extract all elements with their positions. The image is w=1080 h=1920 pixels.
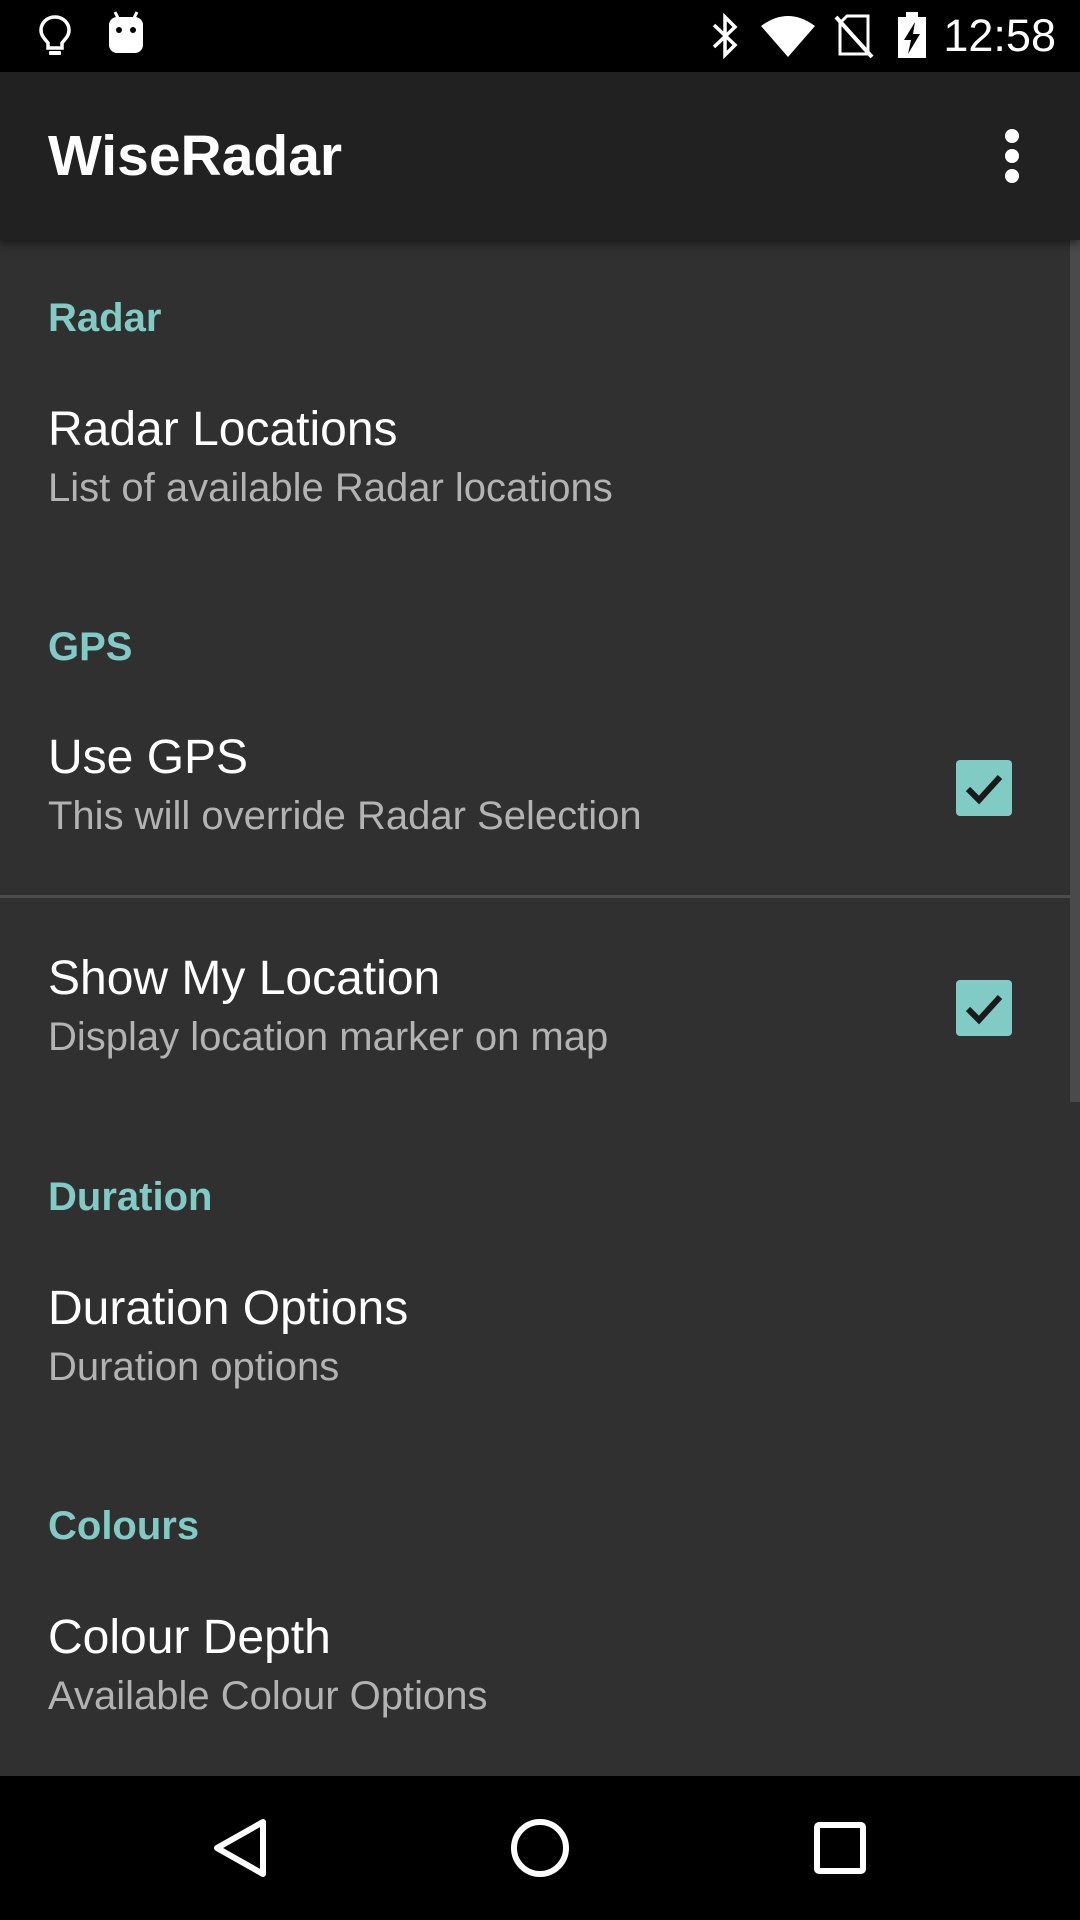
no-sim-icon xyxy=(834,14,874,59)
overflow-menu-button[interactable] xyxy=(964,108,1060,204)
show-my-location-checkbox[interactable] xyxy=(956,980,1012,1036)
navigation-bar xyxy=(0,1776,1080,1920)
recents-button[interactable] xyxy=(792,1800,888,1896)
bluetooth-icon xyxy=(712,12,738,60)
use-gps-checkbox[interactable] xyxy=(956,760,1012,816)
lightbulb-icon xyxy=(39,15,71,55)
app-bar: WiseRadar xyxy=(0,72,1080,240)
home-button[interactable] xyxy=(492,1800,588,1896)
pref-show-my-location[interactable]: Show My Location Display location marker… xyxy=(0,951,1070,1081)
back-icon xyxy=(214,1819,266,1877)
battery-charging-icon xyxy=(898,12,926,58)
pref-colour-depth[interactable]: Colour Depth Available Colour Options xyxy=(0,1610,1070,1740)
app-title: WiseRadar xyxy=(48,124,343,188)
pref-summary: Display location marker on map xyxy=(48,1015,609,1059)
settings-list[interactable]: Radar Radar Locations List of available … xyxy=(0,240,1080,1776)
category-duration: Duration xyxy=(48,1175,213,1219)
scrollbar[interactable] xyxy=(1070,240,1080,1102)
pref-summary: Duration options xyxy=(48,1345,340,1389)
pref-title: Duration Options xyxy=(48,1282,409,1335)
home-icon xyxy=(511,1819,569,1877)
check-icon xyxy=(965,774,1003,805)
status-bar: 12:58 xyxy=(0,0,1080,72)
category-gps: GPS xyxy=(48,625,133,669)
pref-summary: Available Colour Options xyxy=(48,1674,488,1718)
pref-title: Radar Locations xyxy=(48,403,398,456)
pref-title: Show My Location xyxy=(48,952,441,1005)
android-icon xyxy=(109,11,143,53)
pref-use-gps[interactable]: Use GPS This will override Radar Selecti… xyxy=(0,730,1070,860)
recents-icon xyxy=(814,1822,866,1874)
pref-duration-options[interactable]: Duration Options Duration options xyxy=(0,1281,1070,1411)
wifi-icon xyxy=(761,16,815,57)
pref-summary: This will override Radar Selection xyxy=(48,794,642,838)
divider xyxy=(0,895,1070,898)
back-button[interactable] xyxy=(193,1800,289,1896)
pref-title: Colour Depth xyxy=(48,1611,331,1664)
pref-summary: List of available Radar locations xyxy=(48,466,613,510)
status-clock: 12:58 xyxy=(943,10,1056,61)
pref-title: Use GPS xyxy=(48,731,249,784)
pref-radar-locations[interactable]: Radar Locations List of available Radar … xyxy=(0,402,1070,642)
category-radar: Radar xyxy=(48,296,162,340)
check-icon xyxy=(965,994,1003,1025)
category-colours: Colours xyxy=(48,1504,200,1548)
